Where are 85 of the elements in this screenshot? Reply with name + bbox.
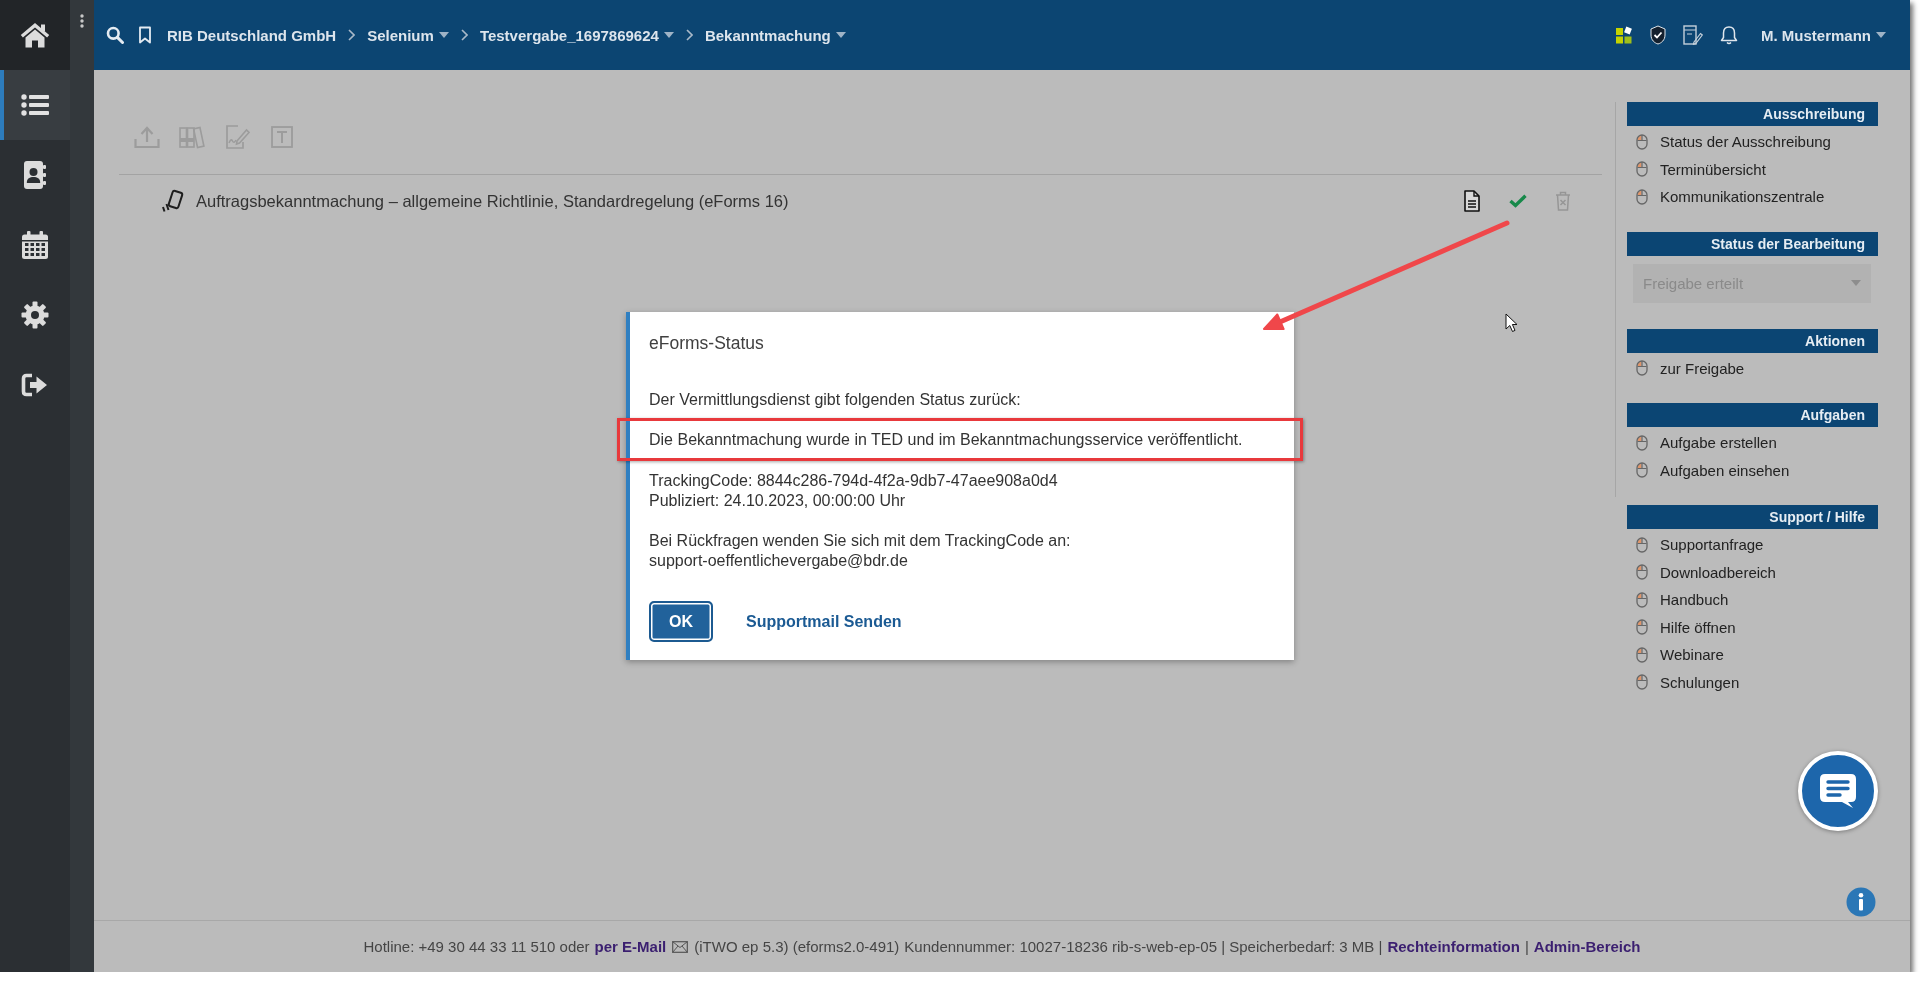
footer-text: Kundennummer: 10027-18236 rib-s-web-ep-05 | Speicherbedarf: 3 MB |: [904, 938, 1383, 955]
mouse-icon: [1636, 591, 1648, 608]
support-mail-link[interactable]: Supportmail Senden: [746, 612, 902, 631]
settings-icon: [21, 301, 49, 329]
info-icon[interactable]: [1846, 887, 1876, 917]
chat-bubble-icon: [1818, 773, 1858, 809]
caret-down-icon: [1851, 280, 1861, 286]
bookmark-icon: [138, 26, 152, 44]
footer-text: |: [1524, 938, 1529, 955]
section-header: Support / Hilfe: [1627, 505, 1878, 529]
side-panel-link[interactable]: Webinare: [1627, 641, 1878, 669]
mouse-icon: [1636, 564, 1648, 581]
notice-title-link[interactable]: Auftragsbekanntmachung – allgemeine Richtlinie, Standardregelung (eForms 16): [196, 191, 789, 211]
check-icon[interactable]: [1509, 194, 1527, 208]
mouse-icon: [1636, 360, 1648, 377]
cursor-icon: [1505, 313, 1518, 333]
side-panel-link[interactable]: Aufgabe erstellen: [1627, 429, 1878, 457]
breadcrumb-link[interactable]: Testvergabe_1697869624: [479, 26, 674, 44]
section-header: Aktionen: [1627, 328, 1878, 353]
mouse-icon: [1636, 434, 1648, 451]
tiles-icon[interactable]: [1615, 26, 1633, 44]
mouse-icon: [1636, 674, 1648, 691]
mouse-icon: [1636, 133, 1648, 150]
mouse-icon: [1636, 619, 1648, 636]
home-button[interactable]: [0, 0, 70, 70]
kebab-menu-icon: [80, 14, 84, 28]
tracking-code-text: TrackingCode: 8844c286-794d-4f2a-9db7-47aee908a0d4: [649, 471, 1058, 491]
ok-button[interactable]: OK: [649, 601, 713, 642]
board-pen-icon[interactable]: [1683, 25, 1703, 45]
user-menu[interactable]: M. Mustermann: [1761, 26, 1886, 44]
side-panel-link[interactable]: Terminübersicht: [1627, 155, 1878, 183]
calendar-icon: [22, 231, 48, 259]
search-icon: [106, 26, 124, 44]
dialog-title: eForms-Status: [649, 332, 765, 354]
side-panel-link[interactable]: Status der Ausschreibung: [1627, 128, 1878, 156]
document-icon[interactable]: [1463, 190, 1481, 212]
more-button[interactable]: [80, 14, 84, 28]
mouse-icon: [1636, 536, 1648, 553]
nav-item[interactable]: [0, 70, 70, 140]
mail-icon: [672, 940, 689, 953]
text-box-icon: [271, 126, 293, 148]
status-message-text: Die Bekanntmachung wurde in TED und im Bekanntmachungsservice veröffentlicht.: [649, 430, 1243, 450]
mouse-icon: [1636, 188, 1648, 205]
footer-text: (iTWO ep 5.3) (eforms2.0-491): [694, 938, 900, 955]
side-panel-link[interactable]: Supportanfrage: [1627, 531, 1878, 559]
chevron-right-icon: [348, 29, 356, 41]
footer-link[interactable]: Rechteinformation: [1387, 938, 1520, 955]
footer-link[interactable]: Admin-Bereich: [1533, 938, 1641, 955]
section-header: Ausschreibung: [1627, 102, 1878, 126]
side-panel-link[interactable]: Downloadbereich: [1627, 558, 1878, 586]
section-header: Status der Bearbeitung: [1627, 231, 1878, 256]
published-date-text: Publiziert: 24.10.2023, 00:00:00 Uhr: [649, 491, 906, 511]
list-icon: [21, 94, 49, 116]
side-panel-link[interactable]: Schulungen: [1627, 668, 1878, 696]
mouse-icon: [1636, 462, 1648, 479]
home-icon: [20, 22, 50, 48]
upload-icon: [134, 125, 160, 149]
sign-out-icon: [21, 373, 49, 397]
contact-book-icon: [23, 161, 47, 189]
search-button[interactable]: [106, 26, 124, 44]
mouse-icon: [1636, 646, 1648, 663]
side-panel-link[interactable]: Hilfe öffnen: [1627, 613, 1878, 641]
side-panel-link[interactable]: Aufgaben einsehen: [1627, 456, 1878, 484]
bell-icon[interactable]: [1720, 25, 1738, 45]
footer-text: Hotline: +49 30 44 33 11 510 oder: [363, 938, 590, 955]
chevron-right-icon: [685, 29, 693, 41]
side-panel-link[interactable]: Kommunikationszentrale: [1627, 183, 1878, 211]
breadcrumb-link[interactable]: RIB Deutschland GmbH: [167, 26, 337, 44]
side-panel-link[interactable]: Handbuch: [1627, 586, 1878, 614]
cards-icon: [161, 189, 185, 213]
breadcrumb-link[interactable]: Bekanntmachung: [704, 26, 846, 44]
breadcrumb-link[interactable]: Selenium: [367, 26, 449, 44]
caret-down-icon: [1876, 32, 1886, 38]
bookmark-button[interactable]: [138, 26, 152, 44]
chevron-right-icon: [460, 29, 468, 41]
signature-pen-icon: [224, 125, 250, 149]
binders-icon: [179, 125, 205, 149]
mouse-icon: [1636, 161, 1648, 178]
status-intro-text: Der Vermittlungsdienst gibt folgenden Status zurück:: [649, 390, 1021, 410]
shield-check-icon[interactable]: [1650, 25, 1666, 45]
section-header: Aufgaben: [1627, 403, 1878, 427]
support-email-text: support-oeffentlichevergabe@bdr.de: [649, 551, 908, 571]
side-panel-link[interactable]: zur Freigabe: [1627, 354, 1878, 382]
email-link[interactable]: per E-Mail: [594, 938, 667, 955]
contact-hint-text: Bei Rückfragen wenden Sie sich mit dem TrackingCode an:: [649, 531, 1071, 551]
